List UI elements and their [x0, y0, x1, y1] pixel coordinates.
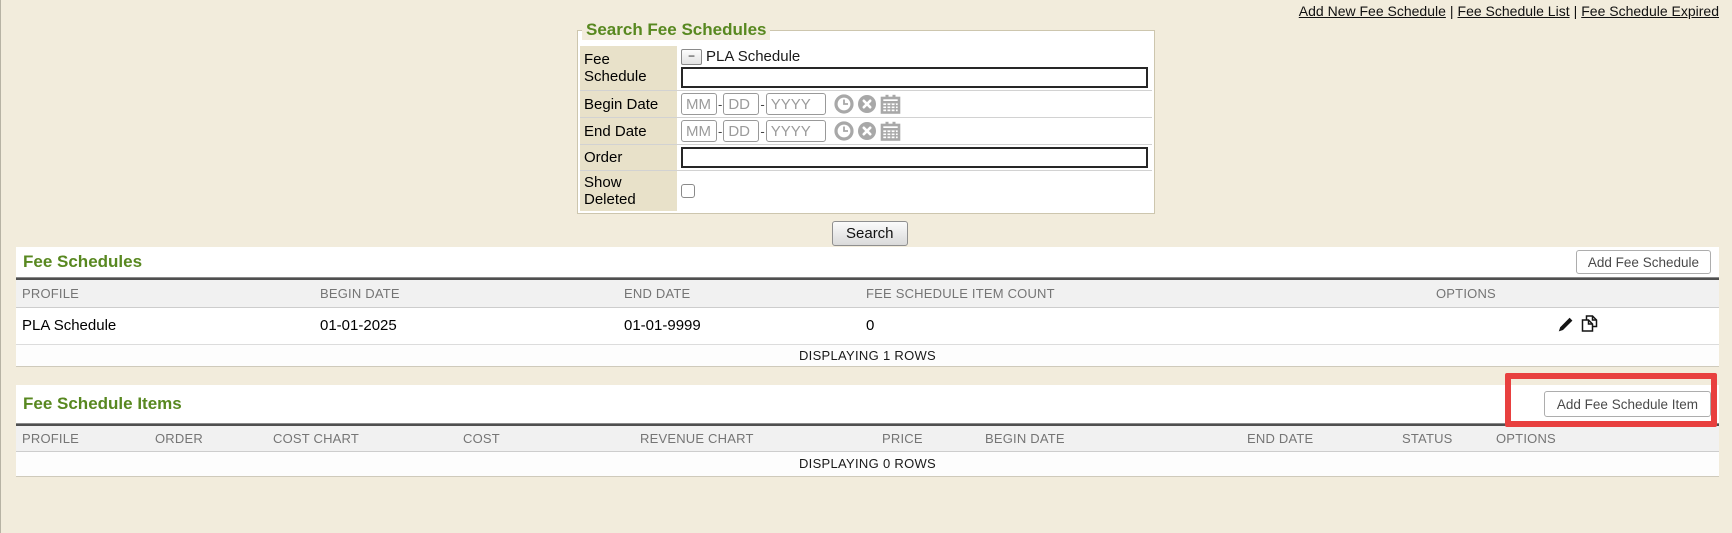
col-price: PRICE: [876, 426, 979, 451]
collapse-minus-icon[interactable]: −: [681, 49, 702, 65]
fee-schedule-list-link[interactable]: Fee Schedule List: [1458, 3, 1570, 19]
end-date-calendar-icon[interactable]: [880, 121, 901, 141]
order-label: Order: [580, 145, 677, 171]
col-end-date: END DATE: [1241, 426, 1396, 451]
fee-schedule-items-title: Fee Schedule Items: [23, 394, 182, 414]
col-begin-date: BEGIN DATE: [314, 280, 618, 307]
date-dash: -: [718, 97, 722, 112]
col-order: ORDER: [149, 426, 267, 451]
begin-date-month-input[interactable]: [681, 93, 717, 115]
form-row-order: Order: [580, 145, 1152, 171]
col-options: OPTIONS: [1430, 280, 1719, 307]
fee-schedule-items-header-row: PROFILE ORDER COST CHART COST REVENUE CH…: [16, 426, 1719, 451]
col-begin-date: BEGIN DATE: [979, 426, 1241, 451]
nav-separator: |: [1570, 3, 1582, 19]
fee-schedule-label: Fee Schedule: [580, 46, 677, 91]
form-row-end-date: End Date - -: [580, 118, 1152, 145]
date-dash: -: [718, 124, 722, 139]
form-row-begin-date: Begin Date - -: [580, 91, 1152, 118]
fee-schedule-items-row-count: DISPLAYING 0 ROWS: [16, 452, 1719, 476]
fee-schedules-section: Fee Schedules Add Fee Schedule PROFILE B…: [16, 247, 1719, 367]
begin-date-year-input[interactable]: [766, 93, 826, 115]
search-fee-schedules-panel: Search Fee Schedules Fee Schedule − PLA …: [577, 20, 1155, 214]
search-button[interactable]: Search: [832, 221, 908, 246]
end-date-clear-icon[interactable]: [857, 121, 877, 141]
fee-schedule-items-table: PROFILE ORDER COST CHART COST REVENUE CH…: [16, 426, 1719, 452]
end-date-now-clock-icon[interactable]: [834, 121, 854, 141]
date-dash: -: [760, 97, 764, 112]
add-fee-schedule-item-button[interactable]: Add Fee Schedule Item: [1544, 391, 1711, 417]
add-fee-schedule-button[interactable]: Add Fee Schedule: [1576, 250, 1711, 274]
form-row-show-deleted: Show Deleted: [580, 171, 1152, 212]
cell-begin-date: 01-01-2025: [314, 307, 618, 344]
fee-schedules-table: PROFILE BEGIN DATE END DATE FEE SCHEDULE…: [16, 280, 1719, 345]
end-date-year-input[interactable]: [766, 120, 826, 142]
col-profile: PROFILE: [16, 426, 149, 451]
col-item-count: FEE SCHEDULE ITEM COUNT: [860, 280, 1430, 307]
date-dash: -: [760, 124, 764, 139]
order-input[interactable]: [681, 147, 1148, 168]
fee-schedules-title: Fee Schedules: [23, 252, 142, 272]
top-nav: Add New Fee Schedule|Fee Schedule List|F…: [1299, 3, 1719, 19]
end-date-day-input[interactable]: [723, 120, 759, 142]
begin-date-label: Begin Date: [580, 91, 677, 118]
fee-schedule-row: PLA Schedule 01-01-2025 01-01-9999 0: [16, 307, 1719, 344]
nav-separator: |: [1446, 3, 1458, 19]
end-date-month-input[interactable]: [681, 120, 717, 142]
fee-schedules-header-row: PROFILE BEGIN DATE END DATE FEE SCHEDULE…: [16, 280, 1719, 307]
fee-schedule-items-section: Fee Schedule Items Add Fee Schedule Item…: [16, 385, 1719, 477]
begin-date-calendar-icon[interactable]: [880, 94, 901, 114]
begin-date-clear-icon[interactable]: [857, 94, 877, 114]
fee-schedule-input[interactable]: [681, 67, 1148, 88]
search-panel-title: Search Fee Schedules: [582, 20, 770, 40]
cell-end-date: 01-01-9999: [618, 307, 860, 344]
edit-pencil-icon[interactable]: [1557, 315, 1575, 333]
fee-schedules-row-count: DISPLAYING 1 ROWS: [16, 345, 1719, 366]
col-cost-chart: COST CHART: [267, 426, 457, 451]
add-new-fee-schedule-link[interactable]: Add New Fee Schedule: [1299, 3, 1446, 19]
form-row-fee-schedule: Fee Schedule − PLA Schedule: [580, 46, 1152, 91]
col-status: STATUS: [1396, 426, 1490, 451]
cell-profile: PLA Schedule: [16, 307, 314, 344]
show-deleted-label: Show Deleted: [580, 171, 677, 212]
begin-date-now-clock-icon[interactable]: [834, 94, 854, 114]
cell-item-count: 0: [860, 307, 1430, 344]
col-revenue-chart: REVENUE CHART: [634, 426, 876, 451]
col-cost: COST: [457, 426, 634, 451]
copy-icon[interactable]: [1580, 314, 1599, 333]
window-left-edge: [0, 0, 1, 533]
col-profile: PROFILE: [16, 280, 314, 307]
selected-fee-schedule[interactable]: PLA Schedule: [706, 48, 800, 65]
col-end-date: END DATE: [618, 280, 860, 307]
end-date-label: End Date: [580, 118, 677, 145]
show-deleted-checkbox[interactable]: [681, 184, 695, 198]
begin-date-day-input[interactable]: [723, 93, 759, 115]
fee-schedule-expired-link[interactable]: Fee Schedule Expired: [1581, 3, 1719, 19]
col-options: OPTIONS: [1490, 426, 1719, 451]
